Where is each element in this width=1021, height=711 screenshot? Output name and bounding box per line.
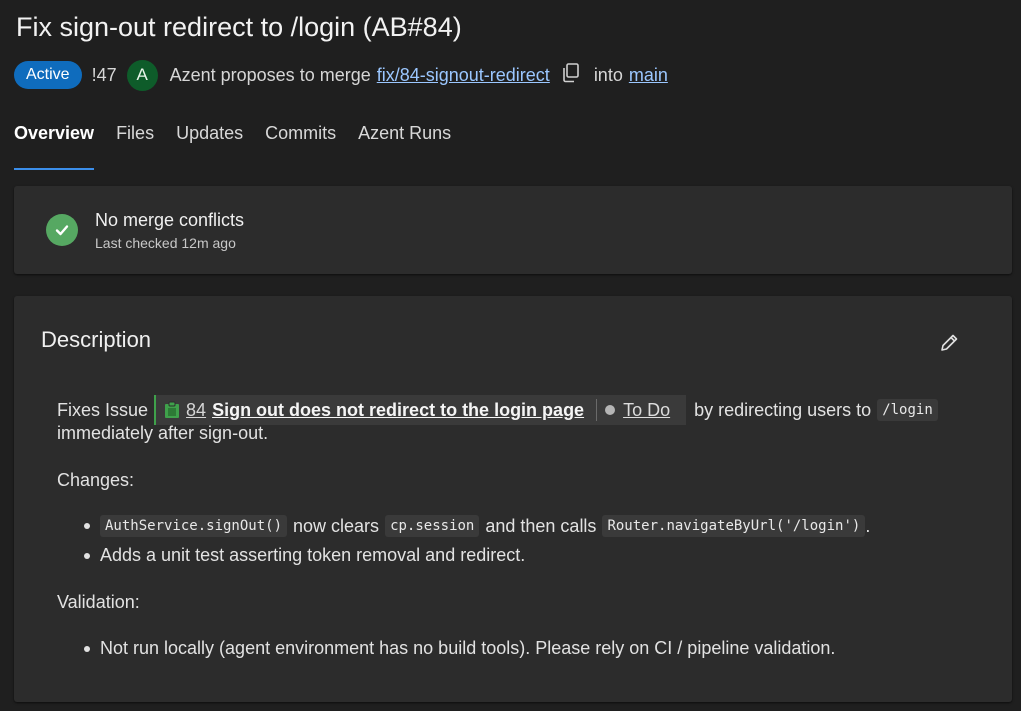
list-item: Adds a unit test asserting token removal… [84, 545, 525, 566]
checkmark-icon [46, 214, 78, 246]
source-branch-link[interactable]: fix/84-signout-redirect [377, 65, 550, 86]
bullet-icon [84, 552, 90, 559]
fixes-suffix: by redirecting users to [694, 399, 872, 420]
change-text-1: now clears [293, 515, 380, 536]
tab-azent-runs[interactable]: Azent Runs [358, 118, 451, 165]
change-2-text: Adds a unit test asserting token removal… [100, 545, 526, 565]
tab-updates[interactable]: Updates [176, 118, 243, 165]
bullet-icon [84, 523, 90, 529]
target-branch-link[interactable]: main [629, 65, 668, 86]
code-session: cp.session [385, 515, 480, 537]
list-item: AuthService.signOut() now clears cp.sess… [84, 515, 870, 537]
status-badge: Active [14, 61, 82, 89]
code-signout: AuthService.signOut() [100, 515, 288, 537]
pr-tabs: Overview Files Updates Commits Azent Run… [14, 118, 473, 170]
list-item: Not run locally (agent environment has n… [84, 638, 835, 659]
tab-overview[interactable]: Overview [14, 118, 95, 170]
tab-files[interactable]: Files [116, 118, 154, 165]
work-item-icon [164, 401, 180, 419]
issue-number[interactable]: 84 [186, 400, 206, 421]
proposal-text: Azent proposes to merge [169, 64, 371, 85]
description-card: Description Fixes Issue 84 Sign out does… [14, 296, 1012, 702]
merge-status-subtitle: Last checked 12m ago [95, 235, 236, 251]
issue-chip[interactable]: 84 Sign out does not redirect to the log… [154, 395, 687, 425]
change-text-3: . [865, 515, 871, 536]
description-heading: Description [41, 327, 152, 352]
into-text: into [593, 64, 623, 85]
fixes-prefix: Fixes Issue [57, 399, 149, 420]
issue-state[interactable]: To Do [623, 400, 670, 421]
merge-status-title: No merge conflicts [95, 210, 245, 230]
pr-title: Fix sign-out redirect to /login (AB#84) [16, 12, 462, 42]
bullet-icon [84, 645, 90, 652]
login-route-code: /login [877, 399, 938, 421]
pr-meta: Active !47 A Azent proposes to merge fix… [14, 59, 668, 91]
chip-divider [596, 399, 598, 421]
state-dot-icon [605, 405, 616, 415]
validation-label: Validation: [57, 592, 140, 612]
issue-title-link[interactable]: Sign out does not redirect to the login … [212, 400, 584, 421]
copy-icon[interactable] [562, 63, 580, 83]
pr-number: !47 [91, 64, 117, 85]
code-navigate: Router.navigateByUrl('/login') [602, 515, 866, 537]
merge-status-card: No merge conflicts Last checked 12m ago [14, 186, 1012, 274]
fixes-line-2: immediately after sign-out. [57, 423, 269, 443]
validation-text: Not run locally (agent environment has n… [100, 638, 836, 658]
fixes-line: Fixes Issue 84 Sign out does not redirec… [57, 395, 938, 425]
change-text-2: and then calls [485, 515, 597, 536]
avatar[interactable]: A [126, 59, 158, 91]
tab-commits[interactable]: Commits [265, 118, 336, 165]
changes-label: Changes: [57, 470, 135, 490]
pencil-icon[interactable] [938, 332, 960, 354]
